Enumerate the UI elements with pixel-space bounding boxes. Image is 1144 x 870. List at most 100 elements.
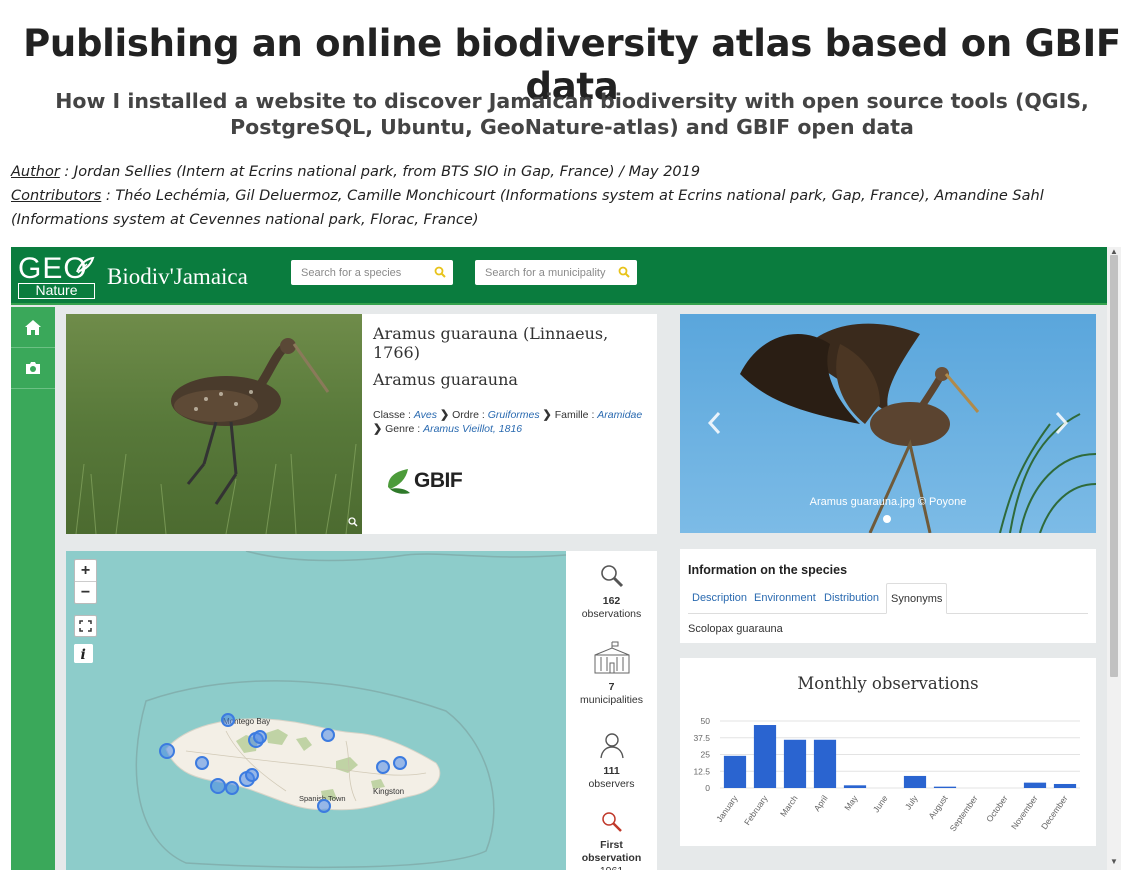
stat-first-observation: First observation 1961: [566, 811, 657, 870]
y-tick-label: 25: [701, 750, 711, 760]
species-search-input[interactable]: [291, 260, 431, 285]
tab-synonyms[interactable]: Synonyms: [886, 583, 948, 614]
town-hall-icon: [594, 641, 629, 674]
stat-label: observers: [588, 778, 635, 790]
tab-environment[interactable]: Environment: [750, 583, 820, 614]
search-icon[interactable]: [618, 266, 630, 278]
scrollbar-thumb[interactable]: [1110, 255, 1118, 677]
stat-municipalities: 7 municipalities: [566, 641, 657, 707]
taxonomy-famille-label: Famille :: [554, 409, 595, 421]
stat-observers: 111 observers: [566, 731, 657, 791]
tab-description[interactable]: Description: [688, 583, 751, 614]
bar-december[interactable]: [1053, 783, 1077, 788]
stat-label: municipalities: [579, 694, 644, 706]
scrollbar[interactable]: ▲ ▼: [1107, 247, 1121, 870]
zoom-icon[interactable]: [348, 517, 358, 527]
top-navbar: GEO Nature Biodiv'Jamaica: [11, 247, 1107, 305]
home-icon: [25, 320, 41, 335]
photo-carousel: Aramus guarauna.jpg © Poyone: [680, 314, 1096, 533]
y-tick-label: 0: [705, 783, 710, 793]
species-photo[interactable]: [66, 314, 362, 534]
sidebar-item-home[interactable]: [11, 307, 55, 348]
camera-icon: [26, 362, 40, 374]
bar-february[interactable]: [753, 725, 777, 788]
monthly-observations-chart: 0 12.5 25 37.5 50 January February March April Ma…: [693, 716, 1080, 833]
taxonomy-genre-label: Genre :: [385, 423, 421, 435]
fullscreen-button[interactable]: [74, 615, 97, 637]
gbif-logo-icon[interactable]: [384, 467, 414, 499]
author-label: Author: [11, 164, 60, 180]
municipality-search-box[interactable]: [475, 260, 637, 285]
x-tick-label: November: [1009, 793, 1040, 831]
observation-marker: [376, 760, 390, 774]
contributors-text: : Théo Lechémia, Gil Deluermoz, Camille …: [11, 188, 1044, 228]
gbif-link[interactable]: GBIF: [414, 469, 463, 493]
species-search-box[interactable]: [291, 260, 453, 285]
bar-march[interactable]: [783, 739, 807, 788]
x-tick-label: February: [742, 793, 770, 827]
bar-august[interactable]: [933, 786, 957, 788]
bar-november[interactable]: [1023, 782, 1047, 788]
page-subtitle: How I installed a website to discover Ja…: [55, 89, 1089, 139]
sidebar-item-gallery[interactable]: [11, 348, 55, 389]
map-layer: Montego Bay Kingston Spanish Town: [135, 551, 566, 869]
site-name[interactable]: Biodiv'Jamaica: [107, 264, 248, 290]
taxonomy-famille-link[interactable]: Aramidae: [597, 409, 642, 421]
x-tick-label: August: [926, 793, 950, 821]
tab-distribution[interactable]: Distribution: [820, 583, 883, 614]
user-icon: [599, 733, 624, 759]
stats-panel: 162 observations 7 municipalities 111 ob…: [566, 551, 657, 870]
stat-extra: 1961: [600, 865, 623, 870]
observation-marker: [221, 713, 235, 727]
species-info-card: Information on the species Description E…: [680, 549, 1096, 643]
observation-marker: [195, 756, 209, 770]
chevron-right-icon: ❯: [439, 409, 450, 421]
bar-may[interactable]: [843, 785, 867, 788]
stat-value: 7: [608, 681, 615, 693]
taxonomy-classe-link[interactable]: Aves: [414, 409, 437, 421]
svg-text:i: i: [81, 647, 86, 663]
scroll-down-icon[interactable]: ▼: [1110, 857, 1118, 866]
map-info-button[interactable]: i: [74, 644, 93, 663]
municipality-search-input[interactable]: [475, 260, 615, 285]
y-tick-label: 50: [701, 716, 711, 726]
geonature-logo-subtext: Nature: [18, 283, 95, 299]
leaf-logo-icon: [76, 256, 95, 274]
common-name: Aramus guarauna: [373, 370, 518, 389]
search-icon: [601, 812, 622, 832]
observation-marker: [225, 781, 239, 795]
bar-january[interactable]: [723, 755, 747, 788]
species-card: Aramus guarauna (Linnaeus, 1766) Aramus …: [66, 314, 657, 534]
sidebar: [11, 307, 55, 870]
x-tick-label: December: [1039, 793, 1070, 831]
zoom-out-button[interactable]: −: [75, 581, 96, 602]
map-zoom-control: + −: [74, 559, 97, 604]
y-tick-label: 37.5: [693, 733, 710, 743]
observation-marker: [210, 778, 226, 794]
carousel-prev-icon[interactable]: [706, 410, 722, 436]
monthly-chart-card: Monthly observations 0 12.5 25 37.5 50 Januar…: [680, 658, 1096, 846]
search-icon[interactable]: [434, 266, 446, 278]
x-tick-label: July: [903, 793, 920, 812]
bar-april[interactable]: [813, 739, 837, 788]
contributors-label: Contributors: [11, 188, 102, 204]
observation-marker: [245, 768, 259, 782]
taxonomy-genre-link[interactable]: Aramus Vieillot, 1816: [423, 423, 522, 435]
taxonomy-ordre-link[interactable]: Gruiformes: [488, 409, 540, 421]
observation-map[interactable]: Montego Bay Kingston Spanish Town + − i: [66, 551, 566, 870]
zoom-in-button[interactable]: +: [75, 560, 96, 581]
carousel-next-icon[interactable]: [1054, 410, 1070, 436]
info-tabs: Description Environment Distribution Syn…: [688, 583, 1088, 614]
chevron-right-icon: ❯: [542, 409, 552, 421]
carousel-caption: Aramus guarauna.jpg © Poyone: [809, 496, 967, 508]
observation-marker: [159, 743, 175, 759]
atlas-screenshot: GEO Nature Biodiv'Jamaica Search for a s…: [11, 247, 1121, 870]
observation-marker: [393, 756, 407, 770]
x-tick-label: June: [871, 793, 890, 814]
x-tick-label: April: [812, 793, 830, 813]
contributors-line: Contributors : Théo Lechémia, Gil Deluer…: [11, 184, 1111, 232]
x-tick-label: September: [948, 793, 980, 833]
carousel-indicator[interactable]: [883, 515, 891, 523]
bar-july[interactable]: [903, 775, 927, 788]
y-tick-label: 12.5: [693, 766, 710, 776]
